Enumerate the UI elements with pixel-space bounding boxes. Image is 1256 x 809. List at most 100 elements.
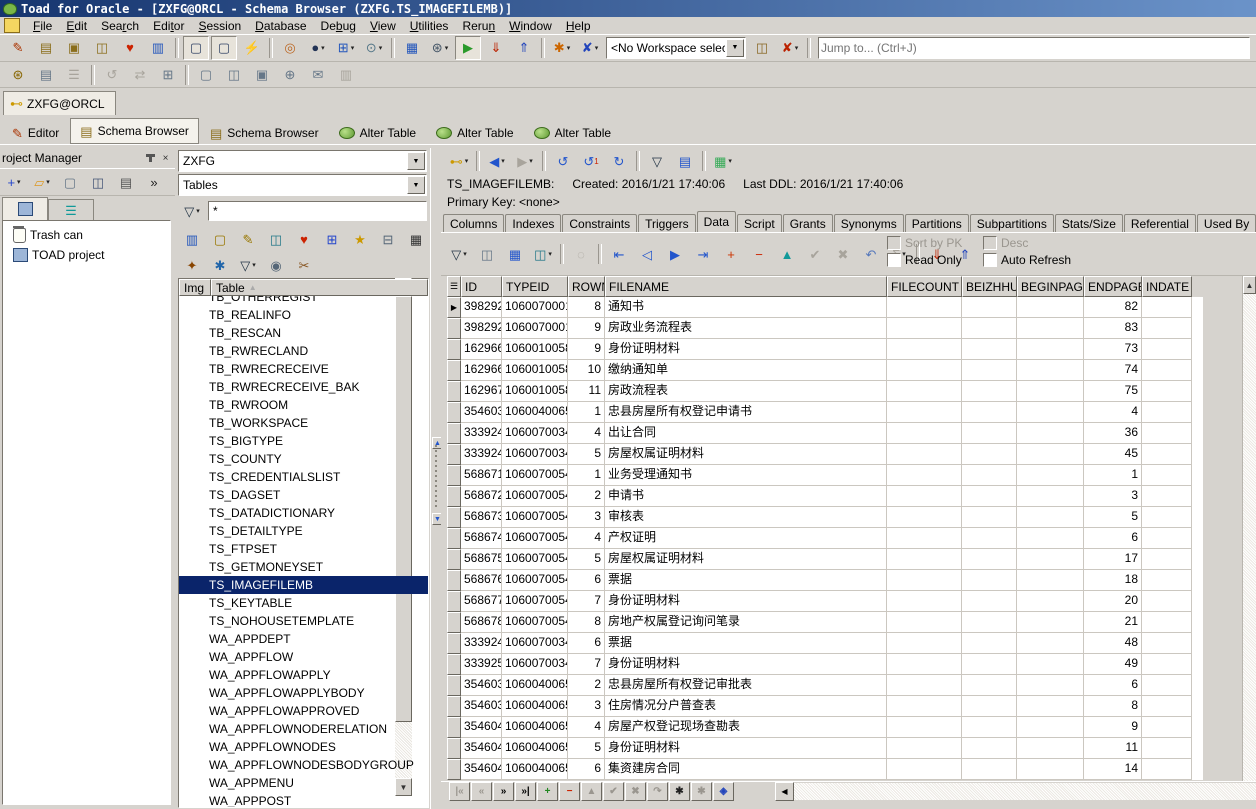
row-selector[interactable]	[447, 696, 461, 717]
cell-filename[interactable]: 房政业务流程表	[605, 318, 887, 339]
cell-typeid[interactable]: 1060070054	[502, 549, 568, 570]
nav-eraser-icon[interactable]: ◈	[713, 782, 734, 801]
cell-indate[interactable]	[1142, 675, 1192, 696]
list-item[interactable]: TS_FTPSET	[179, 540, 428, 558]
cell-beizhhu[interactable]	[962, 738, 1017, 759]
cell-id[interactable]: 568674	[461, 528, 502, 549]
cell-endpage[interactable]: 18	[1084, 570, 1142, 591]
checkbox-auto-refresh[interactable]: Auto Refresh	[983, 253, 1071, 267]
menu-database[interactable]: Database	[248, 18, 313, 34]
cell-endpage[interactable]: 9	[1084, 717, 1142, 738]
sql-heart-icon[interactable]: ♥	[291, 227, 317, 251]
cell-indate[interactable]	[1142, 444, 1192, 465]
cell-indate[interactable]	[1142, 633, 1192, 654]
cell-beizhhu[interactable]	[962, 591, 1017, 612]
cell-endpage[interactable]: 36	[1084, 423, 1142, 444]
cell-beizhhu[interactable]	[962, 507, 1017, 528]
row-selector[interactable]	[447, 318, 461, 339]
cell-filename[interactable]: 房屋权属证明材料	[605, 444, 887, 465]
cell-typeid[interactable]: 1060010058	[502, 339, 568, 360]
cell-indate[interactable]	[1142, 696, 1192, 717]
window-tab-schema-browser[interactable]: ▤Schema Browser	[70, 118, 199, 144]
pin-icon[interactable]	[143, 151, 158, 165]
cell-id[interactable]: 3339250	[461, 654, 502, 675]
cell-endpage[interactable]: 1	[1084, 465, 1142, 486]
pm-tab-projects[interactable]	[2, 197, 48, 220]
cell-beizhhu[interactable]	[962, 612, 1017, 633]
row-selector[interactable]	[447, 423, 461, 444]
sql-tracker-icon[interactable]: ♥	[117, 36, 143, 60]
list-item[interactable]: WA_APPDEPT	[179, 630, 428, 648]
cell-filename[interactable]: 缴纳通知单	[605, 360, 887, 381]
row-selector[interactable]	[447, 612, 461, 633]
list-item[interactable]: TS_DATADICTIONARY	[179, 504, 428, 522]
tab-partitions[interactable]: Partitions	[905, 214, 969, 232]
cell-indate[interactable]	[1142, 423, 1192, 444]
list-item[interactable]: WA_APPMENU	[179, 774, 428, 792]
cell-indate[interactable]	[1142, 318, 1192, 339]
object-search-icon[interactable]: ◎	[277, 36, 303, 60]
cell-filecount[interactable]	[887, 654, 962, 675]
cell-beginpage[interactable]	[1017, 423, 1084, 444]
list-item[interactable]: TB_REALINFO	[179, 306, 428, 324]
row-selector[interactable]	[447, 549, 461, 570]
filter-icon[interactable]: ▽	[644, 149, 670, 173]
cell-typeid[interactable]: 1060040065	[502, 402, 568, 423]
cell-endpage[interactable]: 21	[1084, 612, 1142, 633]
cell-beizhhu[interactable]	[962, 402, 1017, 423]
alter-table-icon[interactable]: ✎	[235, 227, 261, 251]
cell-beizhhu[interactable]	[962, 759, 1017, 780]
cell-id[interactable]: 568677	[461, 591, 502, 612]
copy-grid-icon[interactable]: ◫	[474, 242, 500, 266]
cell-indate[interactable]	[1142, 528, 1192, 549]
grid-options-icon[interactable]: ▦	[502, 242, 528, 266]
cell-typeid[interactable]: 1060070001	[502, 318, 568, 339]
grid-hscrollbar[interactable]: ◀	[775, 783, 1256, 800]
cell-filename[interactable]: 审核表	[605, 507, 887, 528]
truncate-icon[interactable]: ✂	[291, 253, 317, 277]
cell-filecount[interactable]	[887, 360, 962, 381]
cell-id[interactable]: 3339247	[461, 423, 502, 444]
cell-typeid[interactable]: 1060010058	[502, 381, 568, 402]
cell-filecount[interactable]	[887, 486, 962, 507]
list-item[interactable]: TS_COUNTY	[179, 450, 428, 468]
cell-filename[interactable]: 房屋产权登记现场查勘表	[605, 717, 887, 738]
mdi-child-icon[interactable]	[4, 18, 20, 33]
cell-rowno[interactable]: 6	[568, 759, 605, 780]
cell-id[interactable]: 3546037	[461, 402, 502, 423]
cell-endpage[interactable]: 4	[1084, 402, 1142, 423]
cell-filename[interactable]: 身份证明材料	[605, 738, 887, 759]
nav-last-icon[interactable]: »|	[515, 782, 536, 801]
nav-delete-icon[interactable]: −	[559, 782, 580, 801]
cell-typeid[interactable]: 1060040065	[502, 738, 568, 759]
cell-rowno[interactable]: 8	[568, 297, 605, 318]
cell-rowno[interactable]: 5	[568, 549, 605, 570]
more-buttons-icon[interactable]: »	[141, 170, 167, 194]
list-item[interactable]: WA_APPFLOWNODES	[179, 738, 428, 756]
list-item[interactable]: TS_GETMONEYSET	[179, 558, 428, 576]
cell-beizhhu[interactable]	[962, 528, 1017, 549]
cell-endpage[interactable]: 48	[1084, 633, 1142, 654]
row-selector[interactable]	[447, 507, 461, 528]
cell-beginpage[interactable]	[1017, 486, 1084, 507]
chart-view-icon[interactable]: ▦▾	[710, 149, 736, 173]
cell-typeid[interactable]: 1060070054	[502, 507, 568, 528]
cell-rowno[interactable]: 6	[568, 633, 605, 654]
cell-rowno[interactable]: 1	[568, 465, 605, 486]
cell-rowno[interactable]: 2	[568, 486, 605, 507]
desktop-panels-icon[interactable]: ⊞▾	[333, 36, 359, 60]
cell-rowno[interactable]: 11	[568, 381, 605, 402]
window-tab-alter-table[interactable]: Alter Table	[427, 122, 522, 144]
cell-rowno[interactable]: 9	[568, 318, 605, 339]
editor-window-icon[interactable]: ▣	[61, 36, 87, 60]
back-icon[interactable]: ◀▾	[484, 149, 510, 173]
object-type-dropdown-icon[interactable]: ▼	[407, 176, 425, 194]
last-record-icon[interactable]: ⇥	[690, 242, 716, 266]
pm-tab-database[interactable]: ☰	[48, 199, 94, 220]
cell-beginpage[interactable]	[1017, 570, 1084, 591]
cell-typeid[interactable]: 1060070034	[502, 423, 568, 444]
column-header-id[interactable]: ID	[461, 276, 502, 297]
row-selector[interactable]	[447, 360, 461, 381]
print-icon[interactable]: ▤	[113, 170, 139, 194]
tab-columns[interactable]: Columns	[443, 214, 504, 232]
